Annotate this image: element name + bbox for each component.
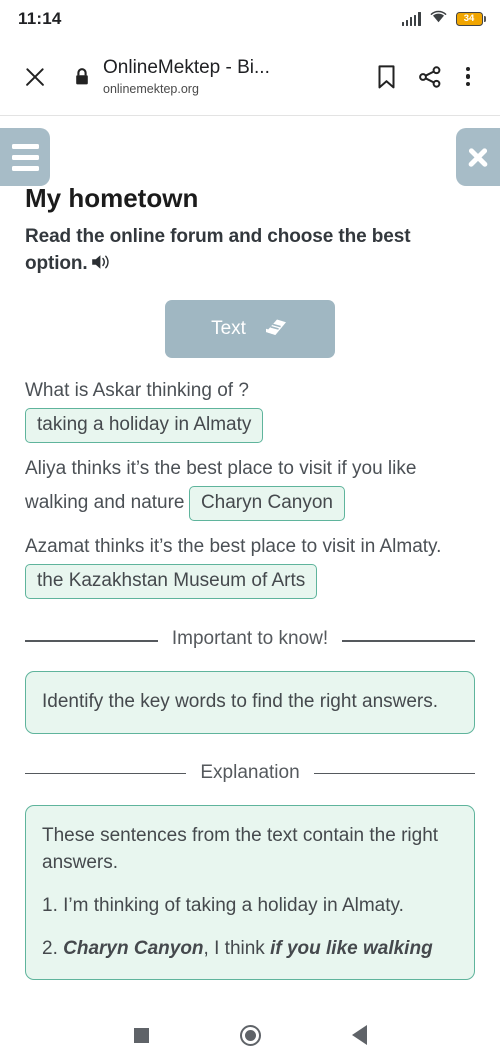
explanation-divider-label: Explanation [200,761,300,783]
android-navigation-bar [0,1015,500,1055]
close-lesson-button[interactable] [456,128,500,186]
sidebar-menu-button[interactable] [0,128,50,186]
question-list: What is Askar thinking of ? taking a hol… [25,376,475,601]
circle-home-icon[interactable] [239,1024,261,1046]
important-divider: Important to know! [25,626,476,653]
task-prompt: Read the online forum and choose the bes… [25,224,475,280]
question-item: What is Askar thinking of ? taking a hol… [25,376,475,444]
important-box: Identify the key words to find the right… [25,671,475,734]
page-url-text: onlinemektep.org [103,82,199,97]
divider-rule-right [313,772,476,775]
web-page-content: My hometown Read the online forum and ch… [0,116,500,1015]
explanation-item-2-middle: , I think [203,937,271,959]
explanation-item-1: 1. I’m thinking of taking a holiday in A… [42,895,404,917]
book-icon [263,315,289,342]
bookmark-icon[interactable] [364,55,408,99]
explanation-box: These sentences from the text contain th… [25,804,475,981]
close-icon [465,144,491,170]
task-prompt-text: Read the online forum and choose the bes… [25,226,411,274]
close-tab-icon[interactable] [18,60,52,94]
omnibox-titles[interactable]: OnlineMektep - Bi... onlinemektep.org [103,56,364,98]
text-button-row: Text [25,299,475,358]
show-text-button[interactable]: Text [165,299,335,358]
answer-field[interactable]: taking a holiday in Almaty [25,407,264,444]
triangle-back-icon[interactable] [351,1025,367,1045]
cellular-signal-icon [401,12,421,26]
divider-rule-left [25,772,187,775]
battery-level-text: 34 [463,13,475,25]
browser-toolbar: OnlineMektep - Bi... onlinemektep.org [0,38,500,116]
hamburger-menu-icon [11,143,39,171]
question-item: Aliya thinks it’s the best place to visi… [25,454,475,522]
lesson-body: Read the online forum and choose the bes… [0,224,500,981]
lock-icon [74,67,90,86]
explanation-divider: Explanation [25,760,476,787]
answer-field[interactable]: the Kazakhstan Museum of Arts [25,564,318,600]
divider-rule-right [342,640,476,642]
explanation-item-2-keyword: Charyn Canyon [63,937,204,959]
speaker-icon[interactable] [91,253,112,280]
share-icon[interactable] [408,55,452,99]
question-item: Azamat thinks it’s the best place to vis… [25,532,475,600]
important-divider-label: Important to know! [171,628,329,650]
show-text-button-label: Text [211,317,246,339]
explanation-item-2: 2. Charyn Canyon, I think if you like wa… [42,935,458,963]
explanation-item-2-number: 2. [42,937,64,959]
important-text: Identify the key words to find the right… [42,691,439,713]
android-status-bar: 11:14 34 [0,0,500,38]
page-title-text: OnlineMektep - Bi... [103,56,270,78]
question-text: Azamat thinks it’s the best place to vis… [25,536,442,558]
explanation-intro: These sentences from the text contain th… [42,824,439,874]
question-text: What is Askar thinking of ? [25,379,249,401]
status-bar-icons: 34 [401,10,486,28]
divider-rule-left [25,640,158,642]
explanation-item-2-phrase: if you like walking [270,937,433,959]
overflow-menu-icon[interactable] [452,55,484,99]
wifi-icon [430,10,447,28]
lesson-title: My hometown [25,183,199,213]
status-bar-clock: 11:14 [18,9,62,28]
answer-field[interactable]: Charyn Canyon [188,485,345,522]
toolbar-actions [364,55,484,99]
square-recents-icon[interactable] [133,1027,149,1043]
battery-icon: 34 [455,12,486,26]
